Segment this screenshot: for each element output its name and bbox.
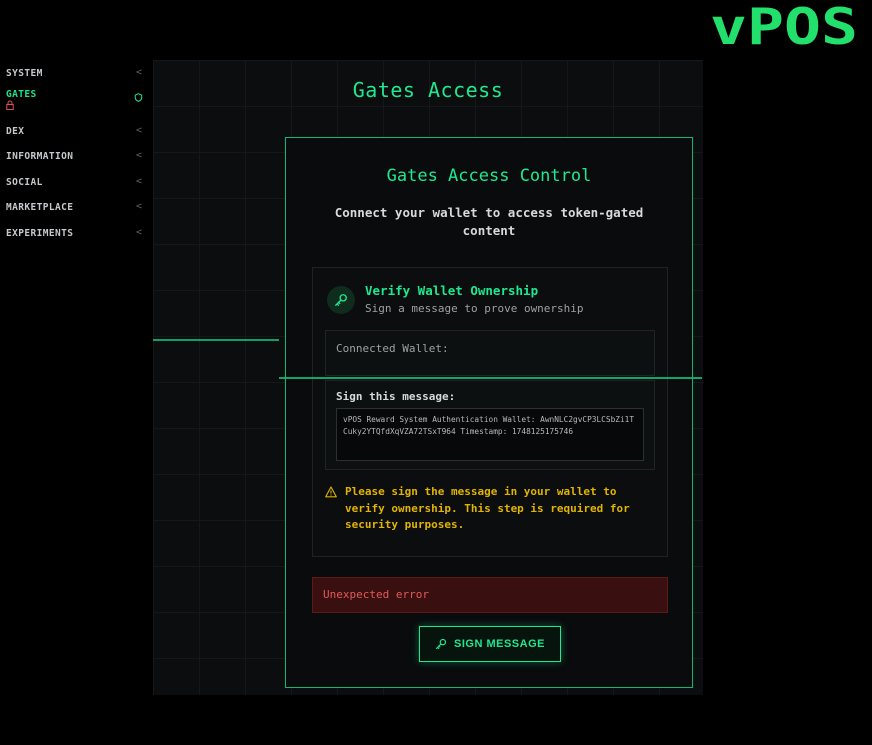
svg-text:vPOS: vPOS [710, 0, 858, 50]
sign-message-button-label: SIGN MESSAGE [454, 638, 545, 650]
page-title: Gates Access [352, 78, 504, 102]
verify-title: Verify Wallet Ownership [365, 283, 539, 298]
sidebar-item-system[interactable]: SYSTEM < [0, 61, 153, 87]
warning-text: Please sign the message in your wallet t… [345, 485, 630, 531]
sign-message-button[interactable]: SIGN MESSAGE [419, 626, 561, 662]
chevron-left-icon: < [136, 201, 143, 212]
sidebar-item-information[interactable]: INFORMATION < [0, 144, 153, 170]
sidebar-item-experiments[interactable]: EXPERIMENTS < [0, 221, 153, 247]
sidebar: SYSTEM < GATES DEX < INFORMATION < SOCIA… [0, 60, 153, 695]
sidebar-item-label: DEX [6, 125, 25, 137]
sidebar-item-label: EXPERIMENTS [6, 227, 74, 239]
key-icon [335, 294, 347, 306]
sidebar-item-gates[interactable]: GATES [0, 87, 153, 119]
sidebar-item-social[interactable]: SOCIAL < [0, 170, 153, 196]
warning-notice: Please sign the message in your wallet t… [325, 484, 655, 534]
lock-icon [6, 100, 14, 110]
verify-subtitle: Sign a message to prove ownership [365, 302, 584, 315]
sidebar-item-label: SYSTEM [6, 68, 43, 80]
connected-wallet-label: Connected Wallet: [336, 342, 449, 355]
verify-wallet-panel: Verify Wallet Ownership Sign a message t… [312, 267, 668, 557]
shield-icon [134, 92, 143, 102]
scanline-divider [279, 377, 702, 379]
chevron-left-icon: < [136, 226, 143, 238]
card-title: Gates Access Control [386, 166, 592, 186]
card-subtitle: Connect your wallet to access token-gate… [334, 205, 644, 238]
vpos-logo: vPOS [710, 0, 858, 50]
sidebar-item-dex[interactable]: DEX < [0, 119, 153, 145]
error-message: Unexpected error [312, 577, 668, 613]
sidebar-item-label: MARKETPLACE [6, 202, 74, 214]
sidebar-item-label: INFORMATION [6, 151, 74, 163]
sidebar-item-label: GATES [6, 88, 37, 100]
chevron-left-icon: < [136, 175, 143, 187]
key-icon [435, 638, 447, 650]
key-icon-badge [327, 286, 355, 314]
sidebar-item-label: SOCIAL [6, 176, 43, 188]
scanline-divider [153, 339, 279, 341]
message-text[interactable]: vPOS Reward System Authentication Wallet… [336, 408, 644, 461]
sign-message-box: Sign this message: vPOS Reward System Au… [325, 380, 655, 470]
sidebar-item-marketplace[interactable]: MARKETPLACE < [0, 195, 153, 221]
sign-message-label: Sign this message: [336, 390, 456, 403]
warning-icon [325, 486, 337, 498]
gates-access-card: Gates Access Control Connect your wallet… [285, 137, 693, 688]
chevron-left-icon: < [136, 67, 143, 78]
chevron-left-icon: < [136, 150, 143, 161]
connected-wallet-box: Connected Wallet: [325, 330, 655, 376]
chevron-left-icon: < [136, 124, 143, 136]
